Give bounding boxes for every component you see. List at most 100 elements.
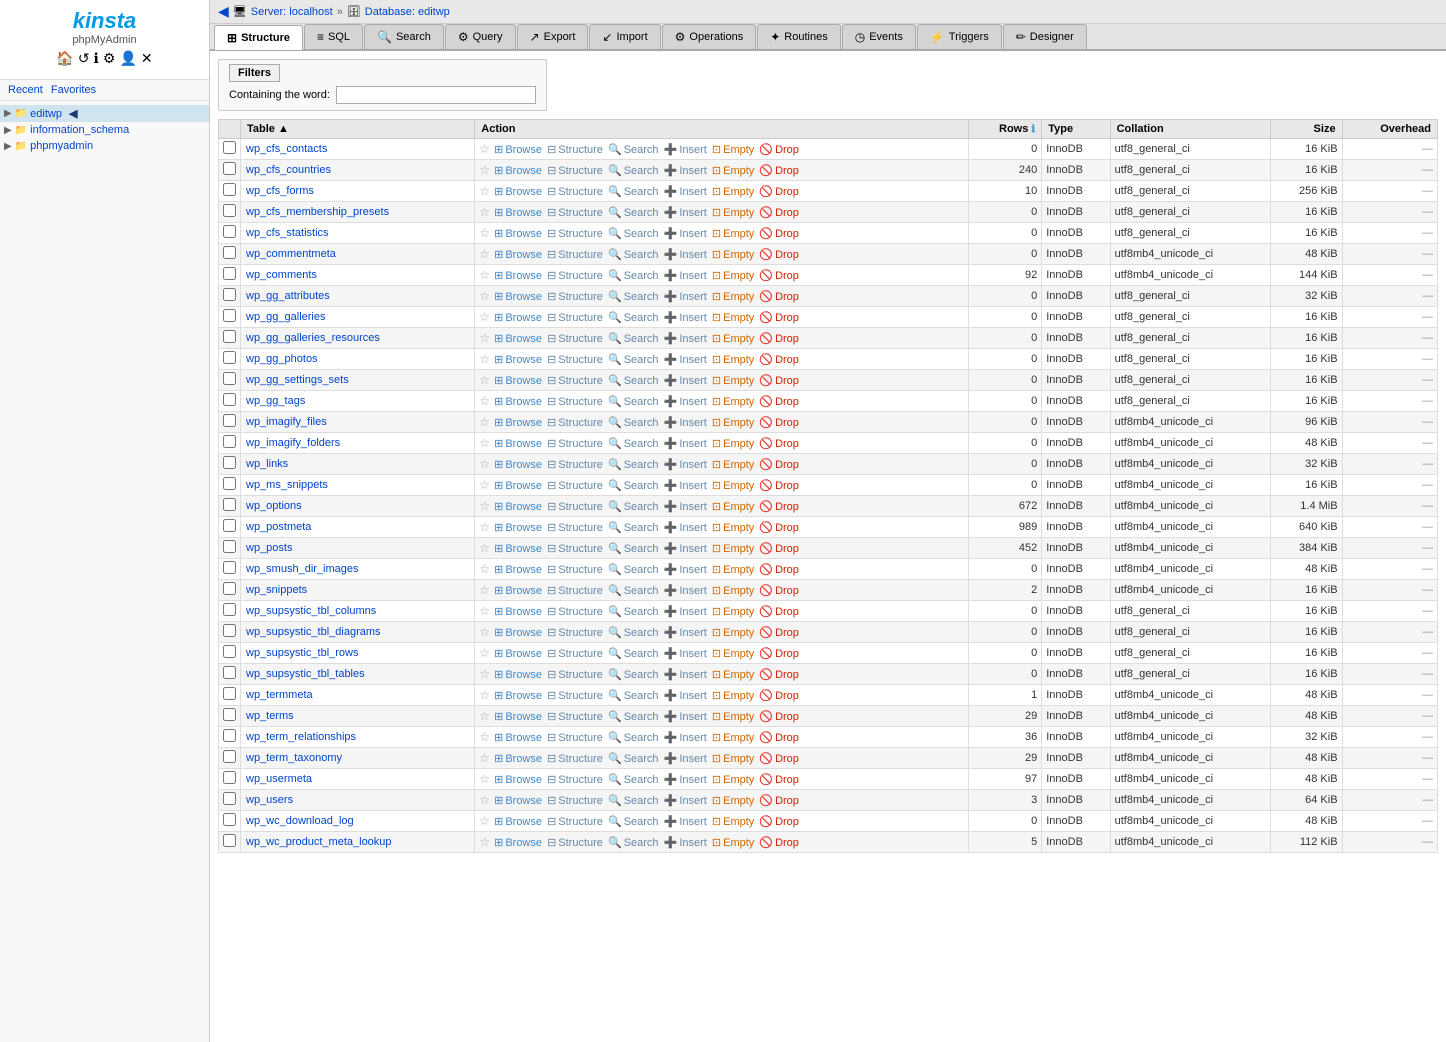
drop-link[interactable]: 🚫 Drop [759, 689, 799, 702]
drop-link[interactable]: 🚫 Drop [759, 542, 799, 555]
search-link[interactable]: 🔍 Search [608, 794, 659, 807]
favorite-star[interactable]: ☆ [479, 352, 490, 366]
row-checkbox[interactable] [223, 519, 236, 532]
table-name-link[interactable]: wp_links [246, 458, 288, 470]
search-link[interactable]: 🔍 Search [608, 269, 659, 282]
browse-link[interactable]: ⊞ Browse [494, 206, 542, 219]
table-name-link[interactable]: wp_termmeta [246, 689, 313, 701]
drop-link[interactable]: 🚫 Drop [759, 416, 799, 429]
insert-link[interactable]: ➕ Insert [664, 710, 707, 723]
search-link[interactable]: 🔍 Search [608, 815, 659, 828]
table-name-link[interactable]: wp_supsystic_tbl_columns [246, 605, 376, 617]
search-link[interactable]: 🔍 Search [608, 647, 659, 660]
favorite-star[interactable]: ☆ [479, 331, 490, 345]
table-name-link[interactable]: wp_options [246, 500, 302, 512]
row-checkbox[interactable] [223, 708, 236, 721]
table-name-link[interactable]: wp_cfs_forms [246, 185, 314, 197]
db-item-editwp[interactable]: ▶ 📁 editwp ◀ [0, 105, 209, 122]
search-link[interactable]: 🔍 Search [608, 731, 659, 744]
row-checkbox[interactable] [223, 834, 236, 847]
structure-link[interactable]: ⊟ Structure [547, 248, 603, 261]
browse-link[interactable]: ⊞ Browse [494, 416, 542, 429]
structure-link[interactable]: ⊟ Structure [547, 479, 603, 492]
insert-link[interactable]: ➕ Insert [664, 542, 707, 555]
tab-routines[interactable]: ✦Routines [757, 24, 840, 49]
empty-link[interactable]: ⊡ Empty [712, 248, 754, 261]
row-checkbox[interactable] [223, 204, 236, 217]
favorite-star[interactable]: ☆ [479, 688, 490, 702]
recent-link[interactable]: Recent [8, 84, 43, 96]
row-checkbox[interactable] [223, 288, 236, 301]
drop-link[interactable]: 🚫 Drop [759, 647, 799, 660]
structure-link[interactable]: ⊟ Structure [547, 731, 603, 744]
search-link[interactable]: 🔍 Search [608, 668, 659, 681]
empty-link[interactable]: ⊡ Empty [712, 227, 754, 240]
empty-link[interactable]: ⊡ Empty [712, 584, 754, 597]
structure-link[interactable]: ⊟ Structure [547, 815, 603, 828]
drop-link[interactable]: 🚫 Drop [759, 164, 799, 177]
table-name-link[interactable]: wp_postmeta [246, 521, 311, 533]
search-link[interactable]: 🔍 Search [608, 500, 659, 513]
empty-link[interactable]: ⊡ Empty [712, 353, 754, 366]
structure-link[interactable]: ⊟ Structure [547, 584, 603, 597]
row-checkbox[interactable] [223, 540, 236, 553]
drop-link[interactable]: 🚫 Drop [759, 458, 799, 471]
drop-link[interactable]: 🚫 Drop [759, 731, 799, 744]
drop-link[interactable]: 🚫 Drop [759, 563, 799, 576]
browse-link[interactable]: ⊞ Browse [494, 647, 542, 660]
table-name-link[interactable]: wp_gg_galleries [246, 311, 326, 323]
row-checkbox[interactable] [223, 498, 236, 511]
table-name-link[interactable]: wp_users [246, 794, 293, 806]
empty-link[interactable]: ⊡ Empty [712, 206, 754, 219]
search-link[interactable]: 🔍 Search [608, 395, 659, 408]
row-checkbox[interactable] [223, 225, 236, 238]
browse-link[interactable]: ⊞ Browse [494, 815, 542, 828]
table-name-link[interactable]: wp_gg_settings_sets [246, 374, 349, 386]
row-checkbox[interactable] [223, 771, 236, 784]
browse-link[interactable]: ⊞ Browse [494, 353, 542, 366]
favorite-star[interactable]: ☆ [479, 814, 490, 828]
insert-link[interactable]: ➕ Insert [664, 374, 707, 387]
table-name-link[interactable]: wp_terms [246, 710, 294, 722]
insert-link[interactable]: ➕ Insert [664, 500, 707, 513]
browse-link[interactable]: ⊞ Browse [494, 668, 542, 681]
drop-link[interactable]: 🚫 Drop [759, 185, 799, 198]
insert-link[interactable]: ➕ Insert [664, 626, 707, 639]
empty-link[interactable]: ⊡ Empty [712, 269, 754, 282]
browse-link[interactable]: ⊞ Browse [494, 395, 542, 408]
browse-link[interactable]: ⊞ Browse [494, 458, 542, 471]
filters-button[interactable]: Filters [229, 64, 280, 82]
drop-link[interactable]: 🚫 Drop [759, 815, 799, 828]
browse-link[interactable]: ⊞ Browse [494, 626, 542, 639]
favorite-star[interactable]: ☆ [479, 835, 490, 849]
drop-link[interactable]: 🚫 Drop [759, 248, 799, 261]
table-name-link[interactable]: wp_commentmeta [246, 248, 336, 260]
structure-link[interactable]: ⊟ Structure [547, 353, 603, 366]
browse-link[interactable]: ⊞ Browse [494, 311, 542, 324]
browse-link[interactable]: ⊞ Browse [494, 332, 542, 345]
browse-link[interactable]: ⊞ Browse [494, 794, 542, 807]
row-checkbox[interactable] [223, 477, 236, 490]
structure-link[interactable]: ⊟ Structure [547, 689, 603, 702]
empty-link[interactable]: ⊡ Empty [712, 542, 754, 555]
favorites-link[interactable]: Favorites [51, 84, 96, 96]
insert-link[interactable]: ➕ Insert [664, 395, 707, 408]
table-name-link[interactable]: wp_cfs_membership_presets [246, 206, 389, 218]
row-checkbox[interactable] [223, 351, 236, 364]
structure-link[interactable]: ⊟ Structure [547, 227, 603, 240]
insert-link[interactable]: ➕ Insert [664, 164, 707, 177]
table-name-link[interactable]: wp_imagify_folders [246, 437, 340, 449]
favorite-star[interactable]: ☆ [479, 373, 490, 387]
row-checkbox[interactable] [223, 456, 236, 469]
row-checkbox[interactable] [223, 393, 236, 406]
row-checkbox[interactable] [223, 414, 236, 427]
search-link[interactable]: 🔍 Search [608, 521, 659, 534]
empty-link[interactable]: ⊡ Empty [712, 500, 754, 513]
table-name-link[interactable]: wp_gg_galleries_resources [246, 332, 380, 344]
user-icon[interactable]: 👤 [119, 50, 136, 67]
server-link[interactable]: Server: localhost [251, 6, 333, 18]
tab-sql[interactable]: ≡SQL [304, 24, 363, 49]
empty-link[interactable]: ⊡ Empty [712, 689, 754, 702]
browse-link[interactable]: ⊞ Browse [494, 521, 542, 534]
search-link[interactable]: 🔍 Search [608, 185, 659, 198]
